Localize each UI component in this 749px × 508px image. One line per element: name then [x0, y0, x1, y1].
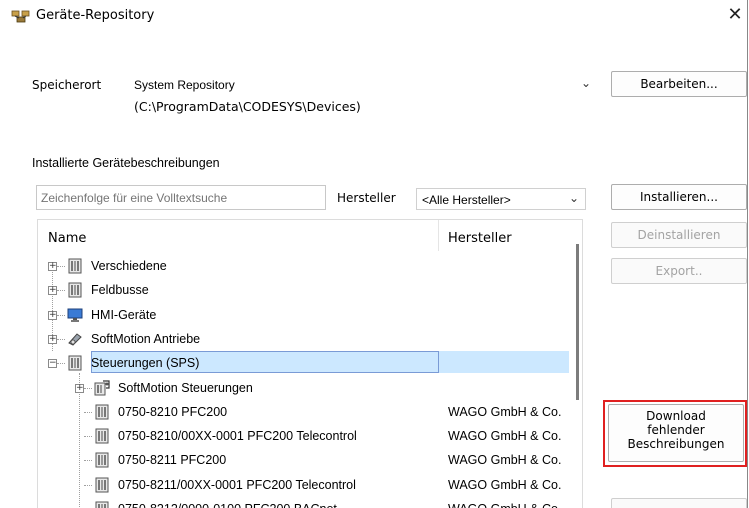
- device-icon: [94, 428, 110, 444]
- close-icon[interactable]: ✕: [724, 4, 746, 26]
- tree-row[interactable]: + HMI-Geräte: [38, 304, 568, 326]
- tree-connector: [84, 436, 92, 437]
- column-divider[interactable]: [438, 220, 439, 251]
- download-button[interactable]: Download fehlender Beschreibungen: [608, 404, 744, 462]
- tree-row-label: Verschiedene: [91, 259, 167, 273]
- tree-row[interactable]: + Verschiedene: [38, 255, 568, 277]
- tree-row-label: Steuerungen (SPS): [91, 356, 200, 370]
- tree-connector: [84, 412, 92, 413]
- tree-row[interactable]: 0750-8212/0000-0100 PFC200 BACnet WAGO Gm…: [38, 498, 568, 508]
- location-path: (C:\ProgramData\CODESYS\Devices): [134, 99, 361, 114]
- device-tree[interactable]: Name Hersteller + Verschiedene + Feldbusse +…: [37, 219, 583, 508]
- tree-connector: [57, 290, 65, 291]
- tree-row-label: 0750-8211 PFC200: [118, 453, 227, 467]
- device-icon: [67, 282, 83, 298]
- export-button[interactable]: Export..: [611, 258, 747, 284]
- device-icon: [67, 355, 83, 371]
- tree-row-label: 0750-8210/00XX-0001 PFC200 Telecontrol: [118, 429, 357, 443]
- search-field[interactable]: [36, 185, 326, 210]
- install-button[interactable]: Installieren...: [611, 184, 747, 210]
- tree-row-label: 0750-8210 PFC200: [118, 405, 228, 419]
- tree-row-label: Feldbusse: [91, 283, 149, 297]
- tree-connector: [57, 266, 65, 267]
- tree-row[interactable]: 0750-8210 PFC200 WAGO GmbH & Co.: [38, 401, 568, 423]
- device-icon: [94, 501, 110, 508]
- device-icon: [94, 452, 110, 468]
- expand-icon[interactable]: +: [48, 311, 57, 320]
- tree-row-label: SoftMotion Steuerungen: [118, 381, 253, 395]
- tree-row-manufacturer: WAGO GmbH & Co.: [448, 478, 562, 492]
- download-button-line2: fehlender: [647, 423, 705, 437]
- expand-icon[interactable]: +: [75, 384, 84, 393]
- vendor-dropdown[interactable]: <Alle Hersteller> ⌄: [416, 188, 586, 210]
- tree-row[interactable]: + Feldbusse: [38, 279, 568, 301]
- search-input[interactable]: [37, 186, 325, 209]
- tree-row[interactable]: + SoftMotion Antriebe: [38, 328, 568, 350]
- installed-label: Installierte Gerätebeschreibungen: [32, 156, 220, 170]
- title-bar: Geräte-Repository ✕: [0, 0, 747, 32]
- tree-connector: [57, 363, 65, 364]
- expand-icon[interactable]: +: [48, 262, 57, 271]
- vendor-label: Hersteller: [337, 191, 396, 205]
- chevron-down-icon: ⌄: [580, 76, 591, 90]
- download-button-line1: Download: [646, 409, 706, 423]
- tree-connector: [84, 485, 92, 486]
- tree-row-manufacturer: WAGO GmbH & Co.: [448, 502, 561, 508]
- monitor-icon: [67, 307, 83, 323]
- tree-row-label: SoftMotion Antriebe: [91, 332, 201, 346]
- location-dropdown[interactable]: System Repository ⌄: [129, 74, 597, 96]
- uninstall-button[interactable]: Deinstallieren: [611, 222, 747, 248]
- device-icon: [67, 258, 83, 274]
- column-header-manufacturer[interactable]: Hersteller: [448, 231, 512, 246]
- tree-row-manufacturer: WAGO GmbH & Co.: [448, 405, 562, 419]
- expand-icon[interactable]: +: [48, 335, 57, 344]
- device-icon: [94, 477, 110, 493]
- vendor-value: <Alle Hersteller>: [422, 193, 511, 207]
- tree-connector: [84, 388, 92, 389]
- tree-connector: [57, 339, 65, 340]
- device-icon: [94, 404, 110, 420]
- tree-row[interactable]: − Steuerungen (SPS): [38, 352, 568, 374]
- tree-row[interactable]: + SoftMotion Steuerungen: [38, 377, 568, 399]
- tree-connector: [84, 460, 92, 461]
- location-label: Speicherort: [32, 78, 102, 92]
- drive-icon: [67, 331, 83, 347]
- tree-row-label: 0750-8211/00XX-0001 PFC200 Telecontrol: [118, 478, 356, 492]
- tree-row[interactable]: 0750-8211/00XX-0001 PFC200 Telecontrol WA…: [38, 474, 568, 496]
- tree-row-label: HMI-Geräte: [91, 308, 157, 322]
- partial-button[interactable]: [611, 498, 747, 508]
- softmotion-plc-icon: [94, 380, 110, 396]
- repository-icon: [11, 8, 31, 24]
- chevron-down-icon: ⌄: [568, 191, 579, 205]
- device-repository-window: Geräte-Repository ✕ Speicherort System R…: [0, 0, 748, 508]
- collapse-icon[interactable]: −: [48, 359, 57, 368]
- window-title: Geräte-Repository: [36, 8, 155, 23]
- tree-connector: [57, 315, 65, 316]
- expand-icon[interactable]: +: [48, 286, 57, 295]
- column-header-name[interactable]: Name: [48, 231, 86, 246]
- location-value: System Repository: [134, 78, 235, 92]
- tree-row-manufacturer: WAGO GmbH & Co.: [448, 453, 562, 467]
- download-button-line3: Beschreibungen: [627, 437, 725, 451]
- tree-row-manufacturer: WAGO GmbH & Co.: [448, 429, 562, 443]
- tree-row[interactable]: 0750-8210/00XX-0001 PFC200 Telecontrol WA…: [38, 425, 568, 447]
- edit-button[interactable]: Bearbeiten...: [611, 71, 747, 97]
- tree-row-label: 0750-8212/0000-0100 PFC200 BACnet: [118, 502, 337, 508]
- vertical-scrollbar[interactable]: [576, 244, 579, 400]
- tree-row[interactable]: 0750-8211 PFC200 WAGO GmbH & Co.: [38, 449, 568, 471]
